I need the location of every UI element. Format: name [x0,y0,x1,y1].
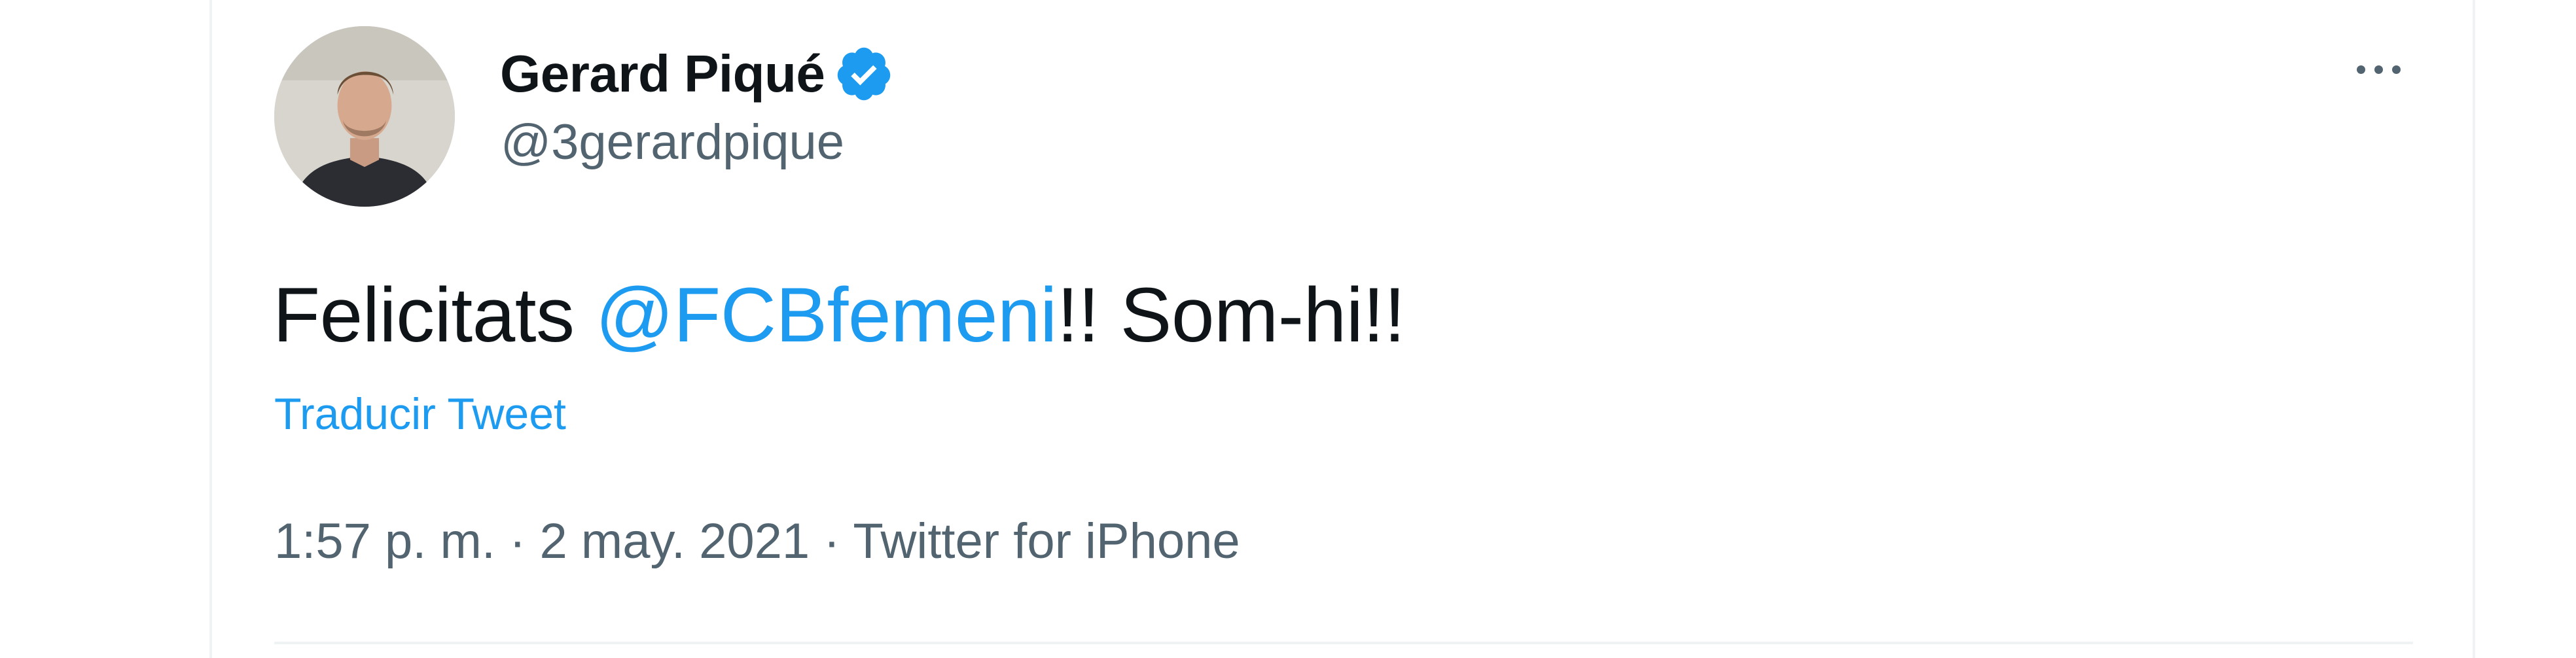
tweet-time[interactable]: 1:57 p. m. [274,513,495,569]
more-dot [2356,65,2365,74]
more-dot [2391,65,2401,74]
user-handle[interactable]: @3gerardpique [501,114,844,171]
tweet-meta: 1:57 p. m. · 2 may. 2021 · Twitter for i… [274,513,1240,570]
tweet-source[interactable]: Twitter for iPhone [853,513,1240,569]
name-row: Gerard Piqué [500,38,894,110]
more-dot [2374,65,2383,74]
meta-separator: · [495,513,540,569]
tweet-text-start: Felicitats [273,272,596,358]
mention-link[interactable]: @FCBfemeni [596,272,1057,358]
avatar[interactable] [274,26,455,207]
tweet-text-end: !! Som-hi!! [1056,272,1406,358]
divider [274,642,2413,644]
display-name[interactable]: Gerard Piqué [500,44,825,104]
translate-tweet-link[interactable]: Traducir Tweet [274,389,566,440]
more-options-icon[interactable] [2339,50,2418,89]
tweet-card: Gerard Piqué @3gerardpique Felicitats @F… [209,0,2475,658]
tweet-date[interactable]: 2 may. 2021 [540,513,810,569]
verified-badge-icon [834,44,894,104]
meta-separator: · [810,513,853,569]
tweet-text: Felicitats @FCBfemeni!! Som-hi!! [273,271,1406,360]
